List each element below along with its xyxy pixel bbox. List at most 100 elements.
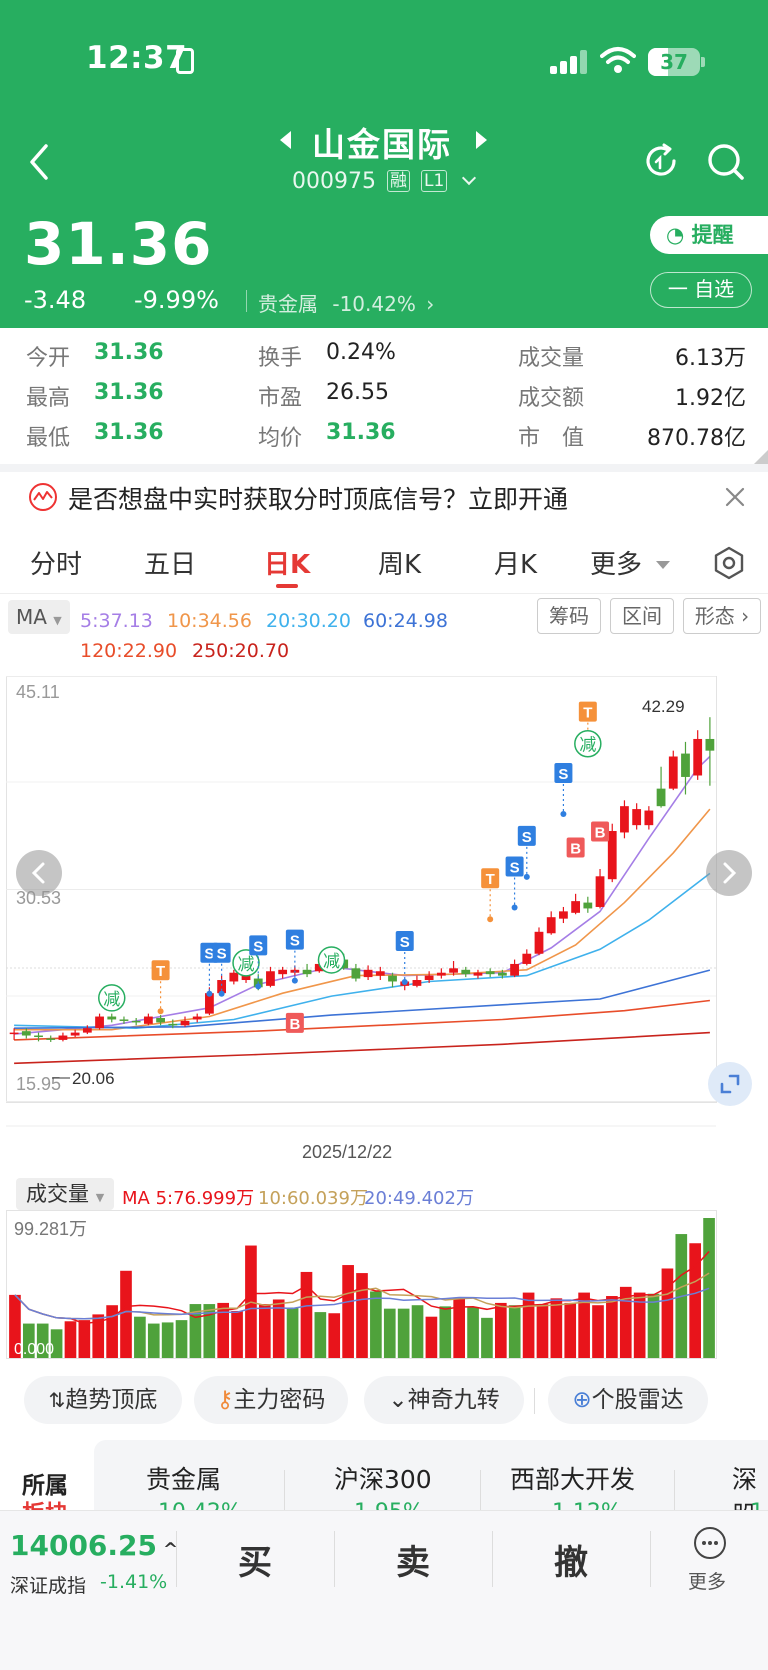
tab-weekly-k[interactable]: 周K [378, 544, 421, 581]
candle [412, 975, 422, 988]
volume-bar [467, 1307, 479, 1358]
price-alert-button[interactable]: ◔ 提醒 [650, 216, 768, 254]
candle-body [620, 806, 629, 833]
stock-title-switcher[interactable]: 山金国际 [270, 114, 500, 164]
tab-more[interactable]: 更多 [590, 544, 642, 581]
sim-card-icon [176, 48, 194, 74]
magic-nine-button[interactable]: ⌄神奇九转 [364, 1376, 524, 1424]
signal-label: 减 [103, 990, 120, 1010]
signal-label: S [217, 946, 227, 963]
chevron-down-icon[interactable] [462, 170, 477, 186]
stock-radar-button[interactable]: ⊕个股雷达 [548, 1376, 708, 1424]
volume-bar [286, 1307, 299, 1358]
refresh-icon[interactable] [642, 142, 680, 180]
signal-dot [523, 873, 530, 880]
signal-promo-banner[interactable]: 是否想盘中实时获取分时顶底信号？立即开通 [0, 472, 768, 524]
nine-turn-icon: ⌄ [388, 1387, 408, 1413]
ma-indicator-selector[interactable]: MA ▼ [8, 600, 70, 634]
signal-label: T [583, 705, 592, 722]
sector-item-name[interactable]: 西部大开发 [510, 1460, 635, 1496]
trend-top-bottom-button[interactable]: ⇅趋势顶底 [24, 1376, 182, 1424]
volume-bar [647, 1293, 660, 1358]
tab-daily-k[interactable]: 日K [264, 544, 310, 581]
candle [534, 927, 544, 956]
vol-ma5: MA 5:76.999万 [122, 1188, 255, 1209]
chart-next-button[interactable] [706, 850, 752, 896]
next-stock-icon[interactable] [476, 131, 487, 149]
candle-body [363, 969, 373, 978]
ma250-value: 250:20.70 [192, 640, 290, 662]
candle [595, 868, 605, 909]
radar-label: 个股雷达 [591, 1387, 684, 1413]
candle-body [143, 1016, 153, 1024]
chip-distribution-button[interactable]: 筹码 [537, 598, 601, 634]
volume-zero-label: 0.000 [14, 1341, 54, 1358]
back-chevron-icon[interactable] [22, 140, 58, 184]
trade-bottom-bar: 14006.25 ^ 深证成指 -1.41% 买 卖 撤 更多 [0, 1510, 768, 1670]
expand-corner-icon[interactable] [754, 450, 768, 464]
index-name: 深证成指 [10, 1575, 87, 1597]
candle-body [168, 1023, 178, 1026]
y-axis-top-label: 45.11 [16, 682, 60, 702]
add-watchlist-button[interactable]: 一 自选 [650, 272, 752, 308]
pattern-button[interactable]: 形态 › [683, 598, 761, 634]
candlestick-chart[interactable]: 45.1130.5315.9542.2920.06减TS S减S SB减STSSST… [6, 676, 762, 1166]
sector-item-name[interactable]: 沪深300 [334, 1460, 432, 1496]
quote-panel[interactable]: 今开 31.36 最高 31.36 最低 31.36 换手 0.24% 市盈 2… [0, 328, 768, 464]
banner-text: 是否想盘中实时获取分时顶底信号？立即开通 [68, 485, 569, 514]
chart-prev-button[interactable] [16, 850, 62, 896]
candle-body [70, 1032, 80, 1036]
sell-button[interactable]: 卖 [396, 1535, 430, 1584]
divider [534, 1388, 535, 1414]
related-sectors: 所属 板块 贵金属 -10.42% 沪深300 -1.95% 西部大开发 -1.… [0, 1440, 768, 1510]
stock-code-row[interactable]: 000975 融 L1 [292, 168, 477, 198]
battery-tip [701, 57, 705, 67]
avg-label: 均价 [258, 426, 303, 451]
search-icon[interactable] [706, 142, 746, 182]
interval-button[interactable]: 区间 [610, 598, 674, 634]
tab-five-day[interactable]: 五日 [144, 544, 196, 581]
vol-ma20: 20:49.402万 [364, 1188, 474, 1209]
dropdown-icon[interactable] [656, 561, 670, 569]
cancel-order-button[interactable]: 撤 [554, 1535, 588, 1584]
volume-bar [328, 1313, 341, 1358]
signal-buy-marker: B [285, 1012, 304, 1033]
vol-ma10: 10:60.039万 [258, 1188, 368, 1209]
sector-item-name[interactable]: 贵金属 [146, 1460, 221, 1496]
volume-chart[interactable]: 99.281万 0.000 [6, 1210, 762, 1360]
low-price-marker: 20.06 [72, 1069, 115, 1088]
date-label: 2025/12/22 [302, 1142, 392, 1162]
previous-stock-icon[interactable] [280, 131, 291, 149]
amount-label: 成交额 [518, 386, 585, 411]
divider [176, 1531, 177, 1587]
signal-label: S [510, 860, 520, 877]
candle [644, 806, 654, 830]
candle-body [522, 953, 532, 964]
main-force-code-button[interactable]: ⚷主力密码 [194, 1376, 348, 1424]
volume-indicator-selector[interactable]: 成交量 ▼ [16, 1178, 115, 1210]
tab-monthly-k[interactable]: 月K [494, 544, 537, 581]
candle-body [278, 969, 288, 975]
battery-level: 37 [660, 50, 688, 74]
signal-trade-marker: T [151, 960, 170, 1015]
settings-icon[interactable] [712, 546, 746, 580]
volume-bar [661, 1268, 674, 1358]
buy-button[interactable]: 买 [238, 1535, 272, 1584]
volume-bar [231, 1310, 243, 1358]
signal-buy-marker: B [591, 821, 610, 842]
index-value: 14006.25 ^ [10, 1529, 178, 1562]
volume-bar [689, 1243, 702, 1358]
close-icon[interactable] [720, 482, 750, 512]
candle-body [485, 971, 495, 975]
candle-body [583, 902, 593, 909]
fullscreen-button[interactable] [708, 1062, 752, 1106]
candle-body [424, 975, 434, 981]
price-change: -3.48 [24, 286, 87, 314]
turnover-label: 换手 [258, 346, 303, 371]
sector-list: 贵金属 -10.42% 沪深300 -1.95% 西部大开发 -1.12% 深股… [94, 1440, 768, 1510]
volume-bar [550, 1298, 563, 1358]
tab-timeshare[interactable]: 分时 [30, 544, 82, 581]
candle [302, 963, 312, 978]
sector-link[interactable]: 贵金属 -10.42% › [258, 288, 434, 317]
candle-body [681, 753, 690, 777]
